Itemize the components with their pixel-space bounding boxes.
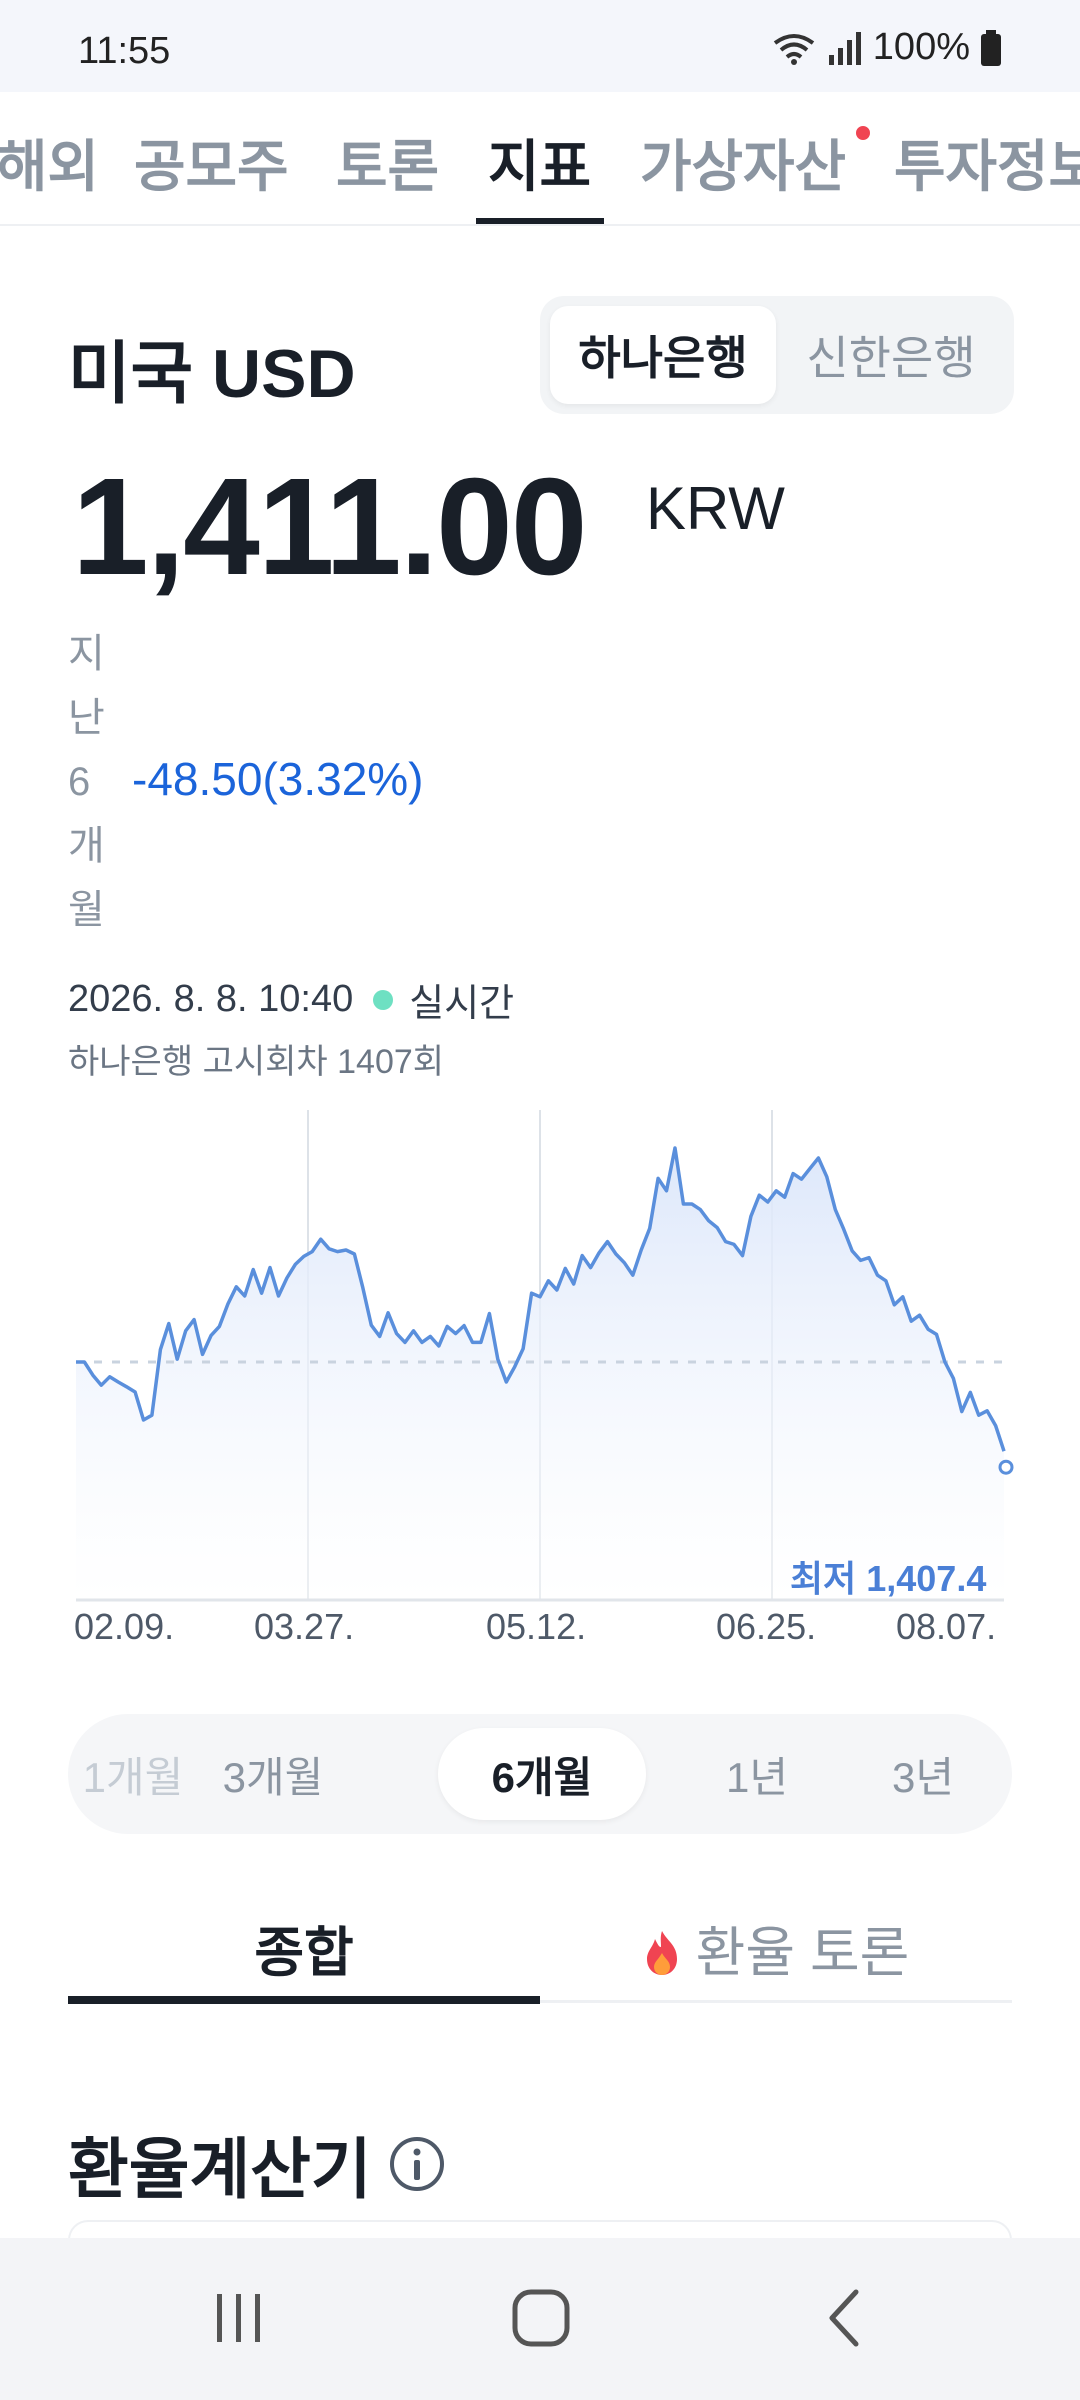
status-icons: 100% — [771, 26, 1002, 69]
back-icon — [829, 2289, 859, 2347]
change-percent: (3.32%) — [262, 753, 424, 805]
change-value: -48.50(3.32%) — [132, 752, 424, 806]
currency-title: 미국 USD — [68, 336, 356, 412]
battery-percent: 100% — [872, 26, 970, 68]
tab-discussion[interactable]: 토론 — [336, 122, 439, 203]
info-icon[interactable] — [388, 2135, 446, 2193]
change-amount: -48.50 — [132, 753, 263, 805]
home-icon — [512, 2289, 570, 2347]
chart-x-tick: 03.27. — [254, 1606, 355, 1647]
status-time: 11:55 — [78, 30, 171, 72]
tab-ipo[interactable]: 공모주 — [134, 122, 289, 203]
bank-option-shinhan[interactable]: 신한은행 — [778, 306, 1004, 404]
wifi-icon — [773, 33, 814, 65]
change-period-label: 지난 6개월 — [68, 632, 105, 932]
system-nav-bar — [0, 2238, 1080, 2400]
notice-round: 하나은행 고시회차 1407회 — [68, 1043, 445, 1081]
sub-tab-discussion-label: 환율 토론 — [695, 1923, 910, 1983]
range-1y[interactable]: 1년 — [682, 1714, 832, 1834]
home-button[interactable] — [496, 2278, 586, 2358]
recent-apps-button[interactable] — [194, 2278, 284, 2358]
timestamp-date: 2026. 8. 8. 10:40 — [68, 978, 354, 1020]
chart-x-tick: 06.25. — [716, 1606, 817, 1647]
chart-min-point — [998, 1459, 1014, 1475]
range-3y[interactable]: 3년 — [848, 1714, 998, 1834]
sub-tab-active-underline — [68, 1996, 540, 2004]
chart-min-label: 최저 1,407.4 — [790, 1558, 987, 1599]
range-6m[interactable]: 6개월 — [438, 1728, 646, 1820]
sub-tab-discussion[interactable]: 환율 토론 — [540, 1908, 1012, 1987]
active-tab-underline — [476, 218, 604, 224]
tab-overseas[interactable]: 해외 — [0, 122, 99, 203]
tab-crypto[interactable]: 가상자산 — [640, 122, 846, 203]
tab-investment-info[interactable]: 투자정보 — [894, 122, 1080, 203]
sub-tab-overview[interactable]: 종합 — [68, 1908, 540, 1987]
tab-indicators[interactable]: 지표 — [488, 122, 591, 203]
range-selector: 1개월 3개월 6개월 1년 3년 — [68, 1714, 1012, 1834]
recent-apps-icon — [217, 2294, 260, 2342]
exchange-rate-unit: KRW — [646, 475, 785, 542]
signal-icon — [828, 31, 861, 65]
calculator-title-text: 환율계산기 — [68, 2132, 372, 2206]
new-badge-dot — [856, 126, 870, 140]
range-1m[interactable]: 1개월 — [68, 1714, 198, 1834]
bank-option-hana[interactable]: 하나은행 — [550, 306, 776, 404]
status-bar: 11:55 100% — [0, 0, 1080, 92]
timestamp-row: 2026. 8. 8. 10:40 실시간 — [68, 972, 514, 1027]
chart-x-tick: 02.09. — [74, 1606, 175, 1647]
back-button[interactable] — [800, 2278, 890, 2358]
live-indicator-dot — [373, 989, 394, 1010]
exchange-rate-value: 1,411.00 — [72, 450, 588, 604]
chart-x-tick: 08.07. — [896, 1606, 997, 1647]
bank-toggle: 하나은행 신한은행 — [540, 296, 1014, 414]
category-tabs: 해외 공모주 토론 지표 가상자산 투자정보 — [0, 92, 1080, 226]
calculator-section-title: 환율계산기 — [68, 2116, 446, 2212]
range-3m[interactable]: 3개월 — [198, 1714, 348, 1834]
fire-icon — [646, 1931, 677, 1975]
battery-icon — [981, 29, 1001, 66]
live-label: 실시간 — [409, 983, 515, 1025]
chart-x-tick: 05.12. — [486, 1606, 587, 1647]
